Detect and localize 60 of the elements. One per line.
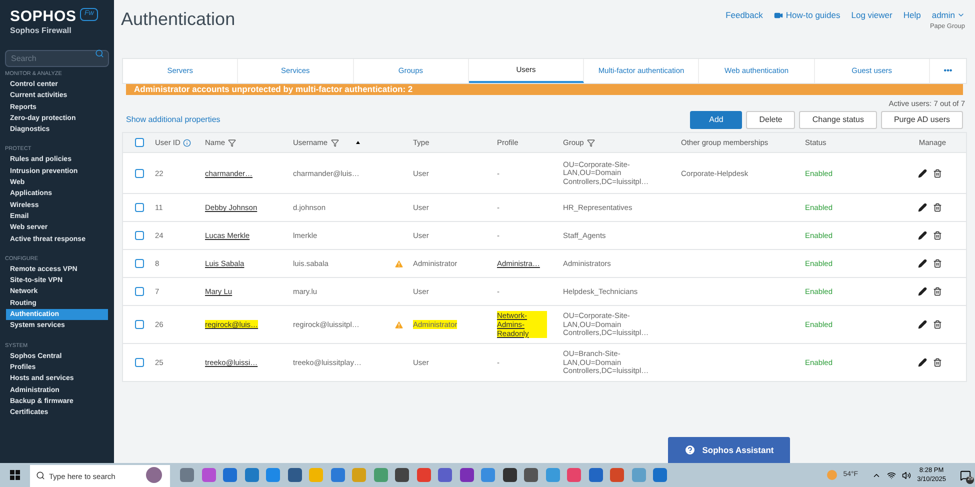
- header-link[interactable]: Feedback: [726, 9, 763, 22]
- guides-link[interactable]: How-to guides: [774, 9, 840, 22]
- delete-icon[interactable]: [933, 168, 942, 178]
- weather-icon: [827, 470, 838, 480]
- checkbox[interactable]: [134, 231, 144, 240]
- edit-icon[interactable]: [918, 358, 927, 368]
- user-menu[interactable]: admin: [932, 9, 965, 22]
- assistant-button[interactable]: Sophos Assistant: [668, 437, 790, 463]
- checkbox[interactable]: [134, 168, 144, 178]
- delete-icon[interactable]: [933, 203, 942, 212]
- checkbox[interactable]: [134, 138, 144, 148]
- header-link[interactable]: Help: [903, 9, 921, 22]
- taskbar-app-icon[interactable]: [588, 468, 602, 482]
- delete-icon[interactable]: [933, 231, 942, 240]
- header-link[interactable]: Log viewer: [851, 9, 892, 22]
- page-title: Authentication: [121, 8, 236, 31]
- delete-icon[interactable]: [933, 358, 942, 368]
- product-name: Sophos Firewall: [10, 25, 72, 37]
- speaker-icon[interactable]: [902, 470, 912, 480]
- delete-icon[interactable]: [933, 287, 942, 296]
- checkbox[interactable]: [134, 320, 144, 330]
- action-button[interactable]: Purge AD users: [880, 111, 963, 130]
- video-camera-icon: [774, 10, 783, 20]
- search-field[interactable]: Search: [5, 50, 109, 67]
- taskbar-app-icon[interactable]: [288, 468, 302, 482]
- taskbar-app-icon[interactable]: [460, 468, 474, 482]
- edit-icon[interactable]: [918, 320, 927, 330]
- action-button[interactable]: Add: [690, 111, 742, 130]
- search-icon: [36, 470, 45, 480]
- action-button[interactable]: Delete: [746, 111, 796, 130]
- warning-banner: Administrator accounts unprotected by multi-factor authentication: 2: [126, 83, 963, 95]
- taskbar-app-icon[interactable]: [438, 468, 452, 482]
- action-button[interactable]: Change status: [799, 111, 877, 130]
- edit-icon[interactable]: [918, 259, 927, 268]
- checkbox[interactable]: [134, 259, 144, 268]
- taskbar-app-icon[interactable]: [395, 468, 409, 482]
- more-tabs-button[interactable]: •••: [930, 59, 966, 83]
- network-icon[interactable]: [887, 470, 896, 480]
- help-bubble-icon: [684, 444, 696, 456]
- taskbar-app-icon[interactable]: [502, 468, 516, 482]
- checkbox[interactable]: [134, 287, 144, 296]
- filter-icon[interactable]: [586, 138, 595, 147]
- taskbar-app-icon[interactable]: [524, 468, 538, 482]
- edit-icon[interactable]: [918, 287, 927, 296]
- edit-icon[interactable]: [918, 231, 927, 240]
- chat-icon: [960, 470, 971, 480]
- edit-icon[interactable]: [918, 168, 927, 178]
- checkbox[interactable]: [134, 358, 144, 368]
- windows-start-icon[interactable]: [10, 470, 20, 480]
- filter-icon[interactable]: [330, 138, 339, 147]
- search-icon: [95, 49, 104, 58]
- edit-icon[interactable]: [918, 203, 927, 212]
- filter-icon[interactable]: [228, 138, 236, 147]
- checkbox[interactable]: [134, 203, 144, 212]
- sort-icon[interactable]: [356, 141, 360, 144]
- show-properties-link[interactable]: Show additional properties: [126, 114, 220, 126]
- info-icon: [183, 138, 192, 147]
- delete-icon[interactable]: [933, 259, 942, 268]
- delete-icon[interactable]: [933, 320, 942, 330]
- brand-logo: SOPHOS: [10, 8, 76, 25]
